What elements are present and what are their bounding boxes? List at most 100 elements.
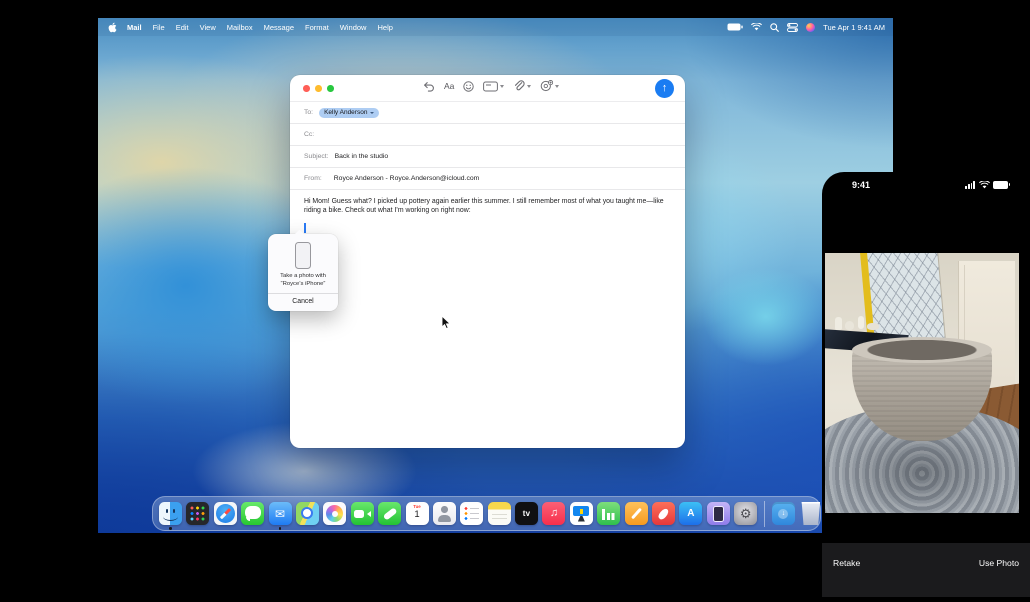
menu-item-view[interactable]: View <box>200 23 216 32</box>
camera-action-bar: Retake Use Photo <box>822 543 1030 597</box>
recipient-name: Kelly Anderson <box>324 109 367 116</box>
dock-rocket-app-icon[interactable] <box>652 502 675 525</box>
dock-notes-icon[interactable] <box>488 502 511 525</box>
camera-preview-photo <box>825 253 1019 513</box>
header-fields-icon <box>483 81 498 92</box>
menu-item-help[interactable]: Help <box>377 23 392 32</box>
tv-glyph: tv <box>523 509 531 518</box>
iphone-outline-icon <box>295 242 311 269</box>
menu-item-window[interactable]: Window <box>340 23 367 32</box>
close-window-button[interactable] <box>303 85 310 92</box>
cc-field[interactable]: Cc: <box>290 124 685 146</box>
running-indicator <box>279 527 281 529</box>
dock-pages-icon[interactable] <box>625 502 648 525</box>
to-field[interactable]: To: Kelly Anderson <box>290 102 685 124</box>
dock-music-icon[interactable] <box>542 502 565 525</box>
zoom-window-button[interactable] <box>327 85 334 92</box>
header-fields-button[interactable] <box>483 81 504 92</box>
attach-file-button[interactable] <box>513 80 531 92</box>
dock-safari-icon[interactable] <box>214 502 237 525</box>
dock-apple-tv-icon[interactable]: tv <box>515 502 538 525</box>
popover-text-line2: “Royce’s iPhone” <box>272 281 334 289</box>
dock-facetime-icon[interactable] <box>351 502 374 525</box>
search-icon[interactable] <box>770 23 779 32</box>
calendar-day: 1 <box>406 510 429 520</box>
dock-contacts-icon[interactable] <box>433 502 456 525</box>
from-field[interactable]: From: Royce Anderson - Royce.Anderson@ic… <box>290 168 685 190</box>
text-insertion-caret <box>304 223 306 233</box>
dock-maps-icon[interactable] <box>296 502 319 525</box>
menu-bar-clock[interactable]: Tue Apr 1 9:41 AM <box>823 23 885 32</box>
iphone-clock: 9:41 <box>852 180 870 190</box>
battery-icon[interactable] <box>727 23 743 31</box>
send-button[interactable]: ↑ <box>655 79 674 98</box>
ceramic-vase <box>858 316 864 329</box>
subject-field[interactable]: Subject: Back in the studio <box>290 146 685 168</box>
subject-value: Back in the studio <box>335 153 389 160</box>
menu-item-message[interactable]: Message <box>264 23 294 32</box>
retake-button[interactable]: Retake <box>833 558 860 568</box>
iphone-camera-panel: 9:41 Retake Use Photo <box>822 172 1030 602</box>
ceramic-vase <box>845 321 854 330</box>
dock-downloads-icon[interactable] <box>772 502 795 525</box>
mouse-cursor <box>441 315 451 330</box>
dock-trash-icon[interactable] <box>799 502 822 525</box>
popover-text-line1: Take a photo with <box>272 273 334 281</box>
dock-mail-icon[interactable] <box>269 502 292 525</box>
menu-item-mail[interactable]: Mail <box>127 23 142 32</box>
dock-photos-icon[interactable] <box>323 502 346 525</box>
apple-menu[interactable] <box>108 22 117 33</box>
address-fields: To: Kelly Anderson Cc: Subject: Back in … <box>290 101 685 190</box>
menu-item-edit[interactable]: Edit <box>176 23 189 32</box>
dock-finder-icon[interactable] <box>159 502 182 525</box>
apple-logo-icon <box>108 22 117 33</box>
format-button[interactable]: Aa <box>444 81 454 91</box>
from-value: Royce Anderson - Royce.Anderson@icloud.c… <box>334 175 480 182</box>
control-center-icon[interactable] <box>787 23 798 32</box>
emoji-button[interactable] <box>463 81 474 92</box>
emoji-icon <box>463 81 474 92</box>
continuity-camera-popover: Take a photo with “Royce’s iPhone” Cance… <box>268 234 338 311</box>
chevron-down-icon <box>500 85 504 88</box>
battery-icon <box>993 181 1008 189</box>
dock-system-settings-icon[interactable] <box>734 502 757 525</box>
mail-compose-window: Aa ↑ To: <box>290 75 685 448</box>
dock-messages-icon[interactable] <box>241 502 264 525</box>
iphone-status-bar: 9:41 <box>822 172 1030 198</box>
siri-icon[interactable] <box>806 23 815 32</box>
menu-item-mailbox[interactable]: Mailbox <box>227 23 253 32</box>
window-titlebar: Aa ↑ <box>290 75 685 101</box>
dock-phone-icon[interactable] <box>378 502 401 525</box>
menu-item-format[interactable]: Format <box>305 23 329 32</box>
dock-iphone-mirroring-icon[interactable] <box>707 502 730 525</box>
menu-bar: Mail File Edit View Mailbox Message Form… <box>98 18 893 36</box>
message-body-editor[interactable]: Hi Mom! Guess what? I picked up pottery … <box>290 190 685 240</box>
insert-photo-icon <box>540 80 553 92</box>
ceramic-vase <box>867 323 879 330</box>
minimize-window-button[interactable] <box>315 85 322 92</box>
recipient-token[interactable]: Kelly Anderson <box>319 108 379 118</box>
dock-numbers-icon[interactable] <box>597 502 620 525</box>
clay-bowl-rim <box>852 337 992 363</box>
insert-photo-button[interactable] <box>540 80 559 92</box>
dock-reminders-icon[interactable] <box>460 502 483 525</box>
wifi-icon[interactable] <box>751 23 762 31</box>
dock-calendar-icon[interactable]: Tue1 <box>406 502 429 525</box>
subject-label: Subject: <box>304 153 329 160</box>
use-photo-button[interactable]: Use Photo <box>979 558 1019 568</box>
dock-app-store-icon[interactable]: A <box>679 502 702 525</box>
compose-toolbar: Aa <box>423 80 559 92</box>
menu-item-file[interactable]: File <box>153 23 165 32</box>
running-indicator <box>169 527 171 529</box>
app-store-glyph: A <box>687 508 694 519</box>
dock-launchpad-icon[interactable] <box>186 502 209 525</box>
paperclip-icon <box>513 80 525 92</box>
dock-keynote-icon[interactable] <box>570 502 593 525</box>
screen: Mail File Edit View Mailbox Message Form… <box>0 0 1030 602</box>
undo-icon <box>423 81 435 92</box>
to-label: To: <box>304 109 313 116</box>
message-body-text: Hi Mom! Guess what? I picked up pottery … <box>304 197 671 216</box>
from-label: From: <box>304 175 322 182</box>
undo-button[interactable] <box>423 81 435 92</box>
cancel-button[interactable]: Cancel <box>268 294 338 311</box>
